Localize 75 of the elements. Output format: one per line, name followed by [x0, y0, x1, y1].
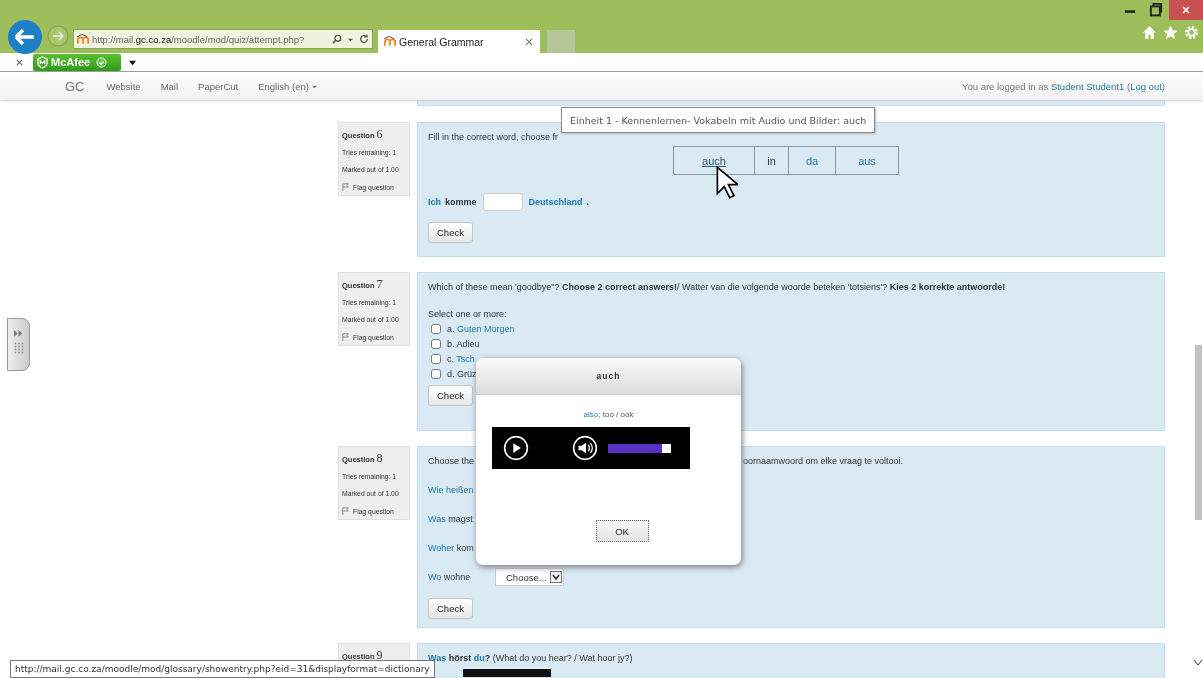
- instruction-text: Select one or more:: [428, 309, 508, 319]
- side-panel-tab[interactable]: [7, 318, 30, 371]
- addon-label: McAfee: [51, 56, 91, 68]
- moodle-logo-icon: [384, 36, 396, 47]
- star-icon[interactable]: [1163, 25, 1178, 40]
- word-tile[interactable]: in: [755, 146, 789, 175]
- glossary-link[interactable]: Tsch: [456, 354, 475, 364]
- question-text: Which of these mean 'goodbye"? Choose 2 correct answers!/ Watter van die volgende woorde beteken 'totsiens'? Kies 2 korrekte antwoorde!: [428, 281, 1007, 293]
- address-bar[interactable]: http://mail.gc.co.za/moodle/mod/quiz/attempt.php?: [73, 29, 373, 49]
- checkbox[interactable]: [431, 369, 441, 379]
- definition-text: also; too / ook: [582, 410, 635, 419]
- flag-icon[interactable]: [342, 183, 350, 191]
- status-url: http://mail.gc.co.za/moodle/mod/glossary/showentry.php?eid=31&displayformat=dictionary: [10, 660, 435, 678]
- option-label[interactable]: c. Tsch: [447, 354, 475, 364]
- caret-icon[interactable]: [129, 58, 136, 66]
- check-button[interactable]: Check: [428, 222, 473, 243]
- fast-forward-icon: [14, 330, 23, 337]
- site-brand[interactable]: GC: [65, 78, 85, 94]
- ok-button[interactable]: OK: [595, 520, 649, 542]
- glossary-link[interactable]: Guten Morgen: [457, 324, 515, 334]
- checkbox[interactable]: [431, 339, 441, 349]
- nav-link[interactable]: Website: [106, 80, 141, 92]
- tab-title: General Grammar: [399, 35, 485, 48]
- check-button[interactable]: Check: [428, 598, 473, 619]
- option-label[interactable]: b. Adieu: [447, 339, 480, 349]
- nav-link[interactable]: Mail: [160, 80, 179, 92]
- word-tile[interactable]: da: [789, 146, 836, 175]
- glossary-link[interactable]: Deutschland: [528, 197, 583, 207]
- browser-tab[interactable]: General Grammar: [378, 30, 540, 53]
- forward-button[interactable]: [47, 25, 69, 47]
- search-icon[interactable]: [332, 34, 342, 44]
- flag-icon[interactable]: [342, 333, 350, 341]
- back-button[interactable]: [7, 19, 43, 55]
- profile-link[interactable]: Student Student1: [1050, 80, 1125, 92]
- language-menu[interactable]: English (en): [258, 80, 318, 92]
- shield-icon: [37, 55, 48, 69]
- grid-icon: [13, 342, 24, 354]
- address-text[interactable]: http://mail.gc.co.za/moodle/mod/quiz/attempt.php?: [92, 33, 327, 45]
- glossary-link[interactable]: Was: [428, 514, 446, 524]
- sentence-word: .: [586, 197, 590, 207]
- checkbox[interactable]: [431, 354, 441, 364]
- play-button[interactable]: [503, 435, 529, 461]
- login-info: You are logged in as Student Student1 (Log out): [961, 80, 1165, 92]
- scroll-down-icon[interactable]: [1194, 660, 1202, 666]
- checkbox[interactable]: [431, 324, 441, 334]
- check-circle-icon: [96, 56, 108, 68]
- scrollbar-thumb[interactable]: [1195, 345, 1202, 520]
- word-tile[interactable]: aus: [836, 146, 899, 175]
- close-icon[interactable]: [524, 36, 534, 47]
- nav-link[interactable]: PaperCut: [198, 80, 239, 92]
- profile-link[interactable]: Log out: [1130, 80, 1162, 92]
- dropdown[interactable]: Choose...: [495, 568, 564, 586]
- question-text: Fill in the correct word, choose fr: [428, 131, 560, 143]
- glossary-link[interactable]: Wie heißen: [428, 485, 474, 495]
- glossary-link[interactable]: Ich: [428, 197, 441, 207]
- tooltip: Einheit 1 - Kennenlernen- Vokabeln mit Audio und Bilder: auch: [561, 107, 876, 133]
- check-button[interactable]: Check: [428, 385, 473, 406]
- pointer-cursor-icon: [716, 166, 738, 199]
- option-label[interactable]: d. Grüz: [447, 369, 477, 379]
- glossary-link[interactable]: du: [473, 653, 485, 663]
- volume-button[interactable]: [572, 435, 598, 461]
- question-text: oornaamwoord om elke vraag te voltooi.: [743, 455, 904, 467]
- option-label[interactable]: a. Guten Morgen: [447, 324, 515, 334]
- word-tile[interactable]: auch: [673, 146, 755, 175]
- glossary-link[interactable]: Wo: [428, 572, 442, 582]
- flag-icon[interactable]: [342, 507, 350, 515]
- sentence-word: komme: [445, 197, 477, 207]
- question-phrase: Wo wohne: [428, 572, 472, 582]
- dialog-title: auch: [596, 371, 621, 381]
- question-text: Choose the: [428, 455, 476, 467]
- refresh-icon[interactable]: [359, 34, 369, 44]
- glossary-link[interactable]: Woher: [428, 543, 455, 553]
- moodle-logo-icon: [77, 33, 89, 45]
- dropdown-arrow-icon[interactable]: [549, 571, 562, 583]
- close-icon[interactable]: [15, 57, 24, 67]
